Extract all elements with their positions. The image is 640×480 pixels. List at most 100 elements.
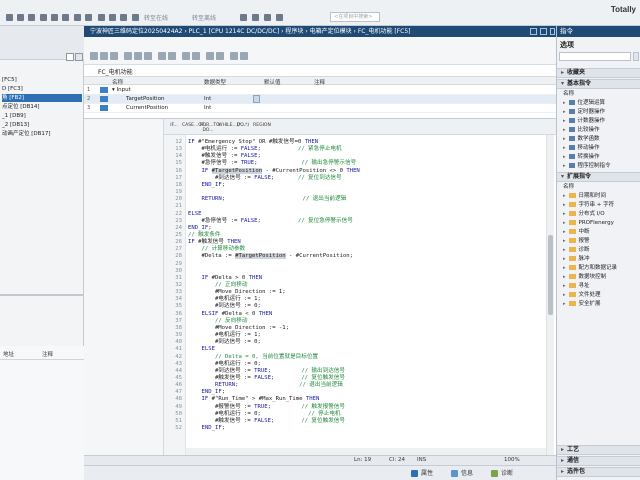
code-line[interactable]: 42 // Delta = 0, 当前位置就是目标位置: [164, 354, 556, 361]
interface-row[interactable]: 2 TargetPosition Int: [84, 95, 556, 104]
code-line[interactable]: 32 // 正向移动: [164, 282, 556, 289]
tab-while[interactable]: WHILE...DO...: [218, 123, 248, 128]
section-favorites[interactable]: ▸ 收藏夹: [557, 68, 640, 78]
redo-icon[interactable]: [85, 14, 92, 21]
instruction-folder[interactable]: ▸ 中断: [563, 228, 590, 236]
interface-row[interactable]: 3 CurrentPosition Int: [84, 104, 556, 113]
expand-icon[interactable]: ▸: [563, 154, 566, 160]
toolbar-icon[interactable]: [216, 52, 224, 60]
code-line[interactable]: 15 #急停信号 := TRUE; // 输出急停警示信号: [164, 160, 556, 167]
instruction-folder[interactable]: ▸ 分布式 I/O: [563, 210, 605, 218]
scl-editor[interactable]: IF... CASE...OF... FOR...TO DO... WHILE.…: [84, 119, 556, 455]
options-search[interactable]: [559, 52, 631, 61]
cut-icon[interactable]: [40, 14, 47, 21]
expand-icon[interactable]: ▸: [563, 292, 566, 298]
compile-icon[interactable]: [98, 14, 105, 21]
code-line[interactable]: 23 #急停信号 := FALSE; // 复位急停警示信号: [164, 218, 556, 225]
toolbar-icon[interactable]: [124, 52, 132, 60]
code-line[interactable]: 31 IF #Delta > 0 THEN: [164, 275, 556, 282]
instruction-folder[interactable]: ▸ 字符串 + 字符: [563, 201, 614, 209]
instruction-folder[interactable]: ▸ 文件处理: [563, 291, 601, 299]
go-online-button[interactable]: 转至在线: [144, 13, 168, 22]
scroll-thumb[interactable]: [548, 235, 553, 315]
code-line[interactable]: 45 #触发信号 := FALSE; // 复位触发信号: [164, 375, 556, 382]
code-line[interactable]: 52 END_IF;: [164, 425, 556, 432]
instruction-folder[interactable]: ▸ 程序控制指令: [563, 162, 611, 170]
expand-icon[interactable]: ▸: [563, 274, 566, 280]
expand-icon[interactable]: ▸: [563, 127, 566, 133]
expand-icon[interactable]: ▸: [563, 202, 566, 208]
toolbar-icon[interactable]: [168, 52, 176, 60]
tab-comment[interactable]: (*...*): [236, 123, 250, 128]
new-project-icon[interactable]: [6, 14, 13, 21]
datatype-dropdown-icon[interactable]: [253, 95, 260, 103]
expand-icon[interactable]: ▸: [563, 256, 566, 262]
interface-row[interactable]: 1 ▾ Input: [84, 86, 556, 95]
expand-icon[interactable]: ▸: [563, 100, 566, 106]
instruction-folder[interactable]: ▸ 位逻辑运算: [563, 99, 605, 107]
tree-toolbar-button[interactable]: [75, 53, 83, 61]
tree-item[interactable]: 点定位 [DB14]: [2, 103, 40, 111]
upload-icon[interactable]: [120, 14, 127, 21]
code-line[interactable]: 40 #到达信号 := 0;: [164, 339, 556, 346]
tab-if[interactable]: IF...: [168, 123, 180, 128]
tab-region[interactable]: REGION: [252, 123, 272, 128]
code-line[interactable]: 38 #Move_Direction := -1;: [164, 325, 556, 332]
code-line[interactable]: 17 #到达信号 := FALSE; // 复位到达信号: [164, 175, 556, 182]
expand-icon[interactable]: ▸: [563, 163, 566, 169]
instruction-folder[interactable]: ▸ 移动操作: [563, 144, 600, 152]
code-line[interactable]: 36 ELSIF #Delta < 0 THEN: [164, 311, 556, 318]
copy-icon[interactable]: [51, 14, 58, 21]
section-extended[interactable]: ▾ 扩展指令: [557, 172, 640, 182]
toolbar-icon[interactable]: [192, 52, 200, 60]
code-line[interactable]: 48 IF #"Run_Time" > #Max_Run_Time THEN: [164, 396, 556, 403]
download-icon[interactable]: [109, 14, 116, 21]
code-line[interactable]: 19: [164, 189, 556, 196]
instruction-folder[interactable]: ▸ 寻址: [563, 282, 590, 290]
window-tile-icon[interactable]: [276, 14, 283, 21]
instruction-folder[interactable]: ▸ 日期和时间: [563, 192, 606, 200]
code-line[interactable]: 41 ELSE: [164, 346, 556, 353]
expand-icon[interactable]: ▸: [563, 238, 566, 244]
toolbar-icon[interactable]: [158, 52, 166, 60]
toolbar-icon[interactable]: [144, 52, 152, 60]
open-project-icon[interactable]: [17, 14, 24, 21]
instruction-folder[interactable]: ▸ 计数器操作: [563, 117, 605, 125]
code-line[interactable]: 21: [164, 203, 556, 210]
expand-icon[interactable]: ▸: [563, 145, 566, 151]
code-line[interactable]: 29: [164, 261, 556, 268]
toolbar-icon[interactable]: [90, 52, 98, 60]
expand-icon[interactable]: ▸: [563, 211, 566, 217]
code-line[interactable]: 43 #电机运行 := 0;: [164, 361, 556, 368]
section-basic[interactable]: ▾ 基本指令: [557, 79, 640, 89]
instruction-folder[interactable]: ▸ 定时器操作: [563, 108, 605, 116]
expand-icon[interactable]: ▸: [563, 265, 566, 271]
paste-icon[interactable]: [62, 14, 69, 21]
code-line[interactable]: 44 #到达信号 := TRUE; // 输出到达信号: [164, 368, 556, 375]
code-line[interactable]: 51 #触发信号 := FALSE; // 复位触发信号: [164, 418, 556, 425]
go-offline-button[interactable]: 转至离线: [192, 13, 216, 22]
expand-icon[interactable]: ▸: [563, 136, 566, 142]
instruction-folder[interactable]: ▸ 脉冲: [563, 255, 590, 263]
section-technology[interactable]: ▸ 工艺: [557, 445, 640, 455]
horizontal-scrollbar[interactable]: [186, 448, 546, 455]
instruction-folder[interactable]: ▸ 数据块控制: [563, 273, 606, 281]
toolbar-icon[interactable]: [206, 52, 214, 60]
tree-item[interactable]: [FC5]: [2, 76, 17, 84]
expand-icon[interactable]: ▸: [563, 229, 566, 235]
expand-icon[interactable]: ▸: [563, 118, 566, 124]
toolbar-icon[interactable]: [182, 52, 190, 60]
project-search-input[interactable]: <在项目中搜索>: [330, 12, 380, 22]
code-line[interactable]: 30: [164, 268, 556, 275]
code-line[interactable]: 27 // 计算移动参数: [164, 246, 556, 253]
tree-item[interactable]: D [FC3]: [2, 85, 23, 93]
tree-toolbar-button[interactable]: [66, 53, 74, 61]
code-line[interactable]: 50 #电机运行 := 0; // 停止电机: [164, 411, 556, 418]
code-line[interactable]: 49 #报警信号 := TRUE; // 触发报警信号: [164, 404, 556, 411]
code-line[interactable]: 25 // 触发条件: [164, 232, 556, 239]
toolbar-icon[interactable]: [240, 52, 248, 60]
instruction-folder[interactable]: ▸ 报警: [563, 237, 590, 245]
code-line[interactable]: 28 #Delta := #TargetPosition - #CurrentP…: [164, 253, 556, 260]
toolbar-icon[interactable]: [134, 52, 142, 60]
tree-item[interactable]: 动画产定位 [DB17]: [2, 130, 51, 138]
